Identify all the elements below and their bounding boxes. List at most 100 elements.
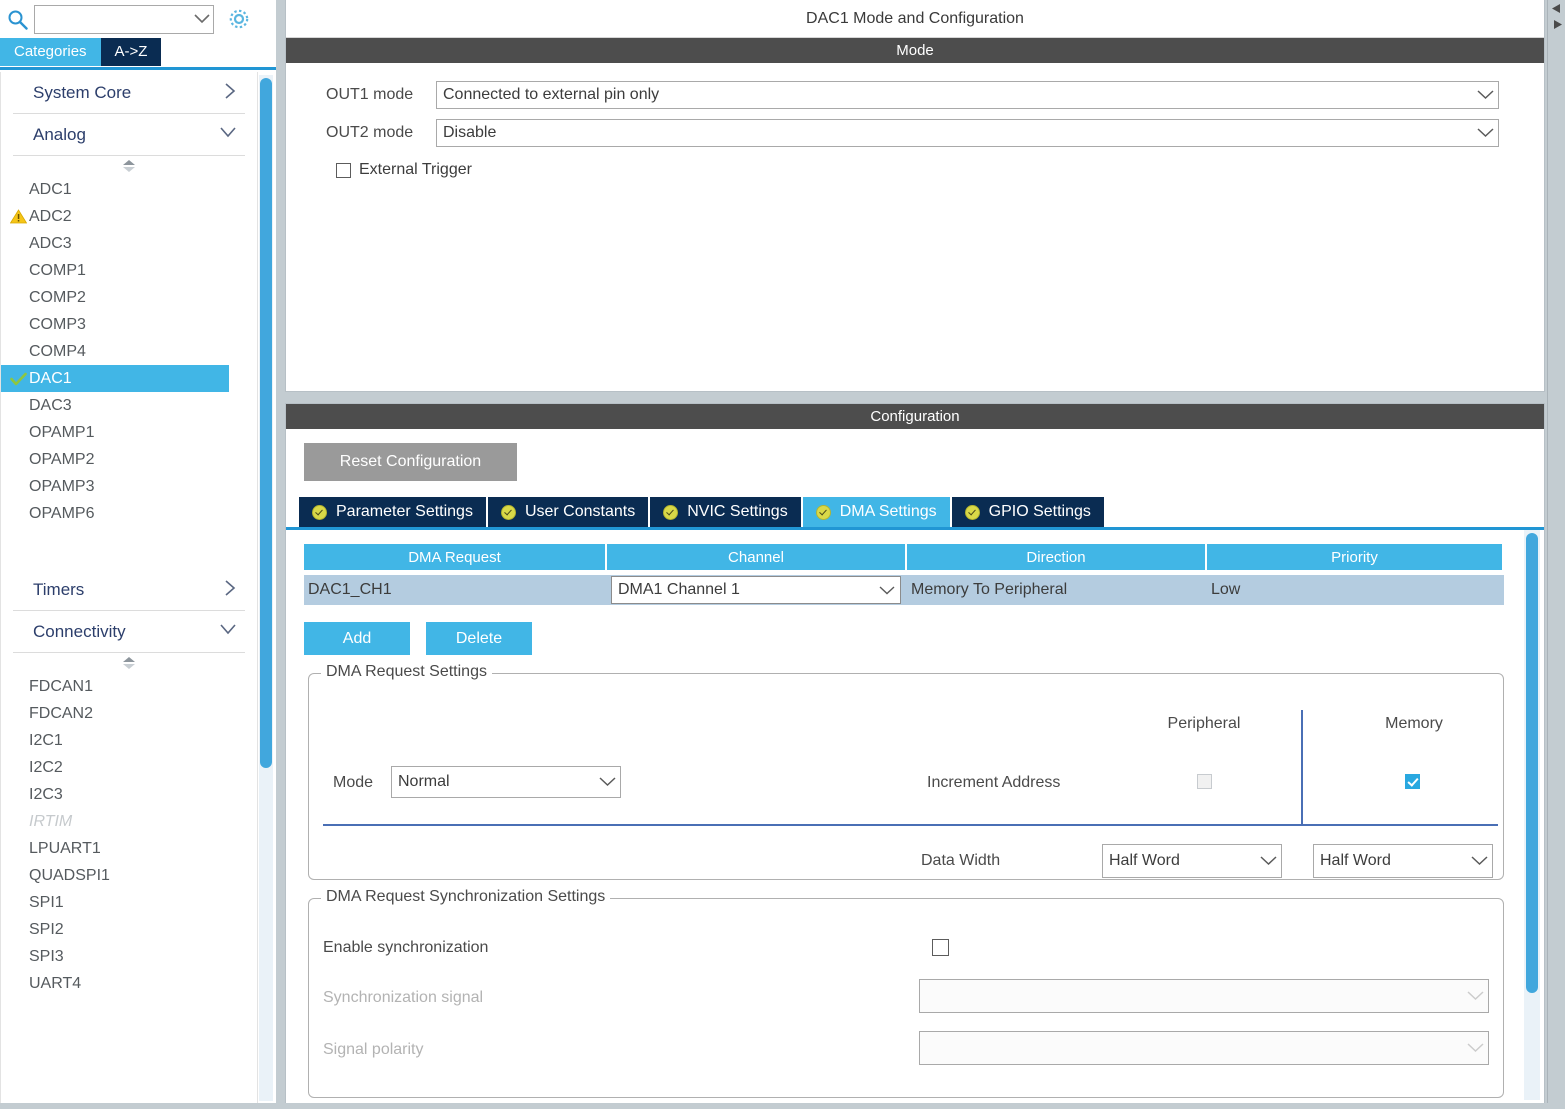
add-button[interactable]: Add	[304, 622, 410, 655]
column-header-memory: Memory	[1385, 715, 1443, 732]
chevron-down-icon	[594, 774, 620, 791]
warning-icon	[7, 209, 29, 224]
tree-item-i2c3[interactable]: I2C3	[1, 781, 257, 808]
tree-group-connectivity[interactable]: Connectivity	[13, 611, 245, 653]
window-scrollbar[interactable]	[1547, 0, 1565, 1109]
scroll-down-arrow-icon[interactable]	[1548, 16, 1565, 32]
out2-mode-value: Disable	[443, 124, 497, 141]
config-scrollbar-thumb[interactable]	[1526, 533, 1538, 993]
tree-item-uart4[interactable]: UART4	[1, 970, 257, 997]
increment-address-peripheral-checkbox[interactable]	[1197, 774, 1212, 789]
tree-item-fdcan1[interactable]: FDCAN1	[1, 673, 257, 700]
external-trigger-row: External Trigger	[336, 161, 1526, 179]
panel-splitter[interactable]	[276, 0, 285, 1109]
table-row[interactable]: DAC1_CH1 DMA1 Channel 1 Memory To Periph…	[304, 575, 1504, 605]
tree-item-opamp6[interactable]: OPAMP6	[1, 500, 257, 527]
tree-item-lpuart1[interactable]: LPUART1	[1, 835, 257, 862]
chevron-down-icon	[1255, 853, 1281, 870]
tree-item-spi3[interactable]: SPI3	[1, 943, 257, 970]
delete-button[interactable]: Delete	[426, 622, 532, 655]
tree-item-spi2[interactable]: SPI2	[1, 916, 257, 943]
column-header-priority: Priority	[1207, 544, 1504, 570]
out1-mode-select[interactable]: Connected to external pin only	[436, 81, 1499, 109]
tree-item-comp3[interactable]: COMP3	[1, 311, 257, 338]
dma-request-table: DMA Request Channel Direction Priority D…	[304, 544, 1504, 605]
increment-address-label: Increment Address	[927, 774, 1061, 791]
tree-item-comp4[interactable]: COMP4	[1, 338, 257, 365]
external-trigger-checkbox[interactable]	[336, 162, 351, 178]
gear-icon[interactable]	[224, 4, 254, 34]
tree-item-label: DAC1	[29, 369, 72, 387]
tree-item-spi1[interactable]: SPI1	[1, 889, 257, 916]
tab-nvic-settings[interactable]: NVIC Settings	[650, 497, 801, 527]
data-width-memory-select[interactable]: Half Word	[1313, 844, 1493, 878]
out2-mode-row: OUT2 mode Disable	[326, 119, 1526, 147]
tree-item-i2c2[interactable]: I2C2	[1, 754, 257, 781]
chevron-down-icon	[1462, 988, 1488, 1005]
out2-mode-select[interactable]: Disable	[436, 119, 1499, 147]
tree-item-opamp2[interactable]: OPAMP2	[1, 446, 257, 473]
scroll-up-arrow-icon[interactable]	[1548, 0, 1565, 16]
tree-item-opamp3[interactable]: OPAMP3	[1, 473, 257, 500]
tree-item-label: I2C2	[29, 758, 63, 776]
tree-item-label: SPI3	[29, 947, 64, 965]
channel-select[interactable]: DMA1 Channel 1	[611, 576, 901, 604]
tree-item-label: FDCAN2	[29, 704, 94, 722]
tree-item-i2c1[interactable]: I2C1	[1, 727, 257, 754]
tree-group-label: Timers	[33, 579, 85, 599]
tree-item-comp1[interactable]: COMP1	[1, 257, 257, 284]
tab-dma-settings[interactable]: DMA Settings	[802, 497, 950, 527]
tree-item-dac3[interactable]: DAC3	[1, 392, 257, 419]
tree-group-timers[interactable]: Timers	[13, 569, 245, 611]
search-input[interactable]	[34, 4, 214, 34]
tree-item-label: LPUART1	[29, 839, 101, 857]
check-circle-icon	[964, 504, 980, 520]
table-header-row: DMA Request Channel Direction Priority	[304, 544, 1504, 570]
sidebar-view-tabs: Categories A->Z	[0, 38, 276, 68]
chevron-right-icon	[224, 579, 245, 601]
tree-item-fdcan2[interactable]: FDCAN2	[1, 700, 257, 727]
tree-item-label: I2C3	[29, 785, 63, 803]
sidebar-tab-categories[interactable]: Categories	[0, 38, 101, 66]
tree-group-analog[interactable]: Analog	[13, 114, 245, 156]
tree-item-irtim: IRTIM	[1, 808, 257, 835]
tree-scroll-nub[interactable]	[1, 653, 257, 673]
tree-item-adc1[interactable]: ADC1	[1, 176, 257, 203]
tree-item-adc2[interactable]: ADC2	[1, 203, 257, 230]
tree-item-label: IRTIM	[29, 812, 73, 830]
mode-panel: DAC1 Mode and Configuration Mode OUT1 mo…	[285, 0, 1545, 392]
enable-synchronization-checkbox[interactable]	[932, 939, 949, 956]
search-icon[interactable]	[0, 0, 34, 38]
tab-label: GPIO Settings	[988, 503, 1091, 520]
sidebar-scrollbar-thumb[interactable]	[260, 78, 272, 768]
tree-item-quadspi1[interactable]: QUADSPI1	[1, 862, 257, 889]
dma-mode-select[interactable]: Normal	[391, 766, 621, 798]
tree-group-label: System Core	[33, 82, 132, 102]
tree-item-comp2[interactable]: COMP2	[1, 284, 257, 311]
sidebar-search-row	[0, 0, 276, 38]
tree-item-label: SPI1	[29, 893, 64, 911]
increment-address-memory-checkbox[interactable]	[1405, 774, 1420, 789]
tree-item-dac1[interactable]: DAC1	[1, 365, 229, 392]
tree-scroll-nub[interactable]	[1, 156, 257, 176]
sidebar-tab-a-to-z[interactable]: A->Z	[100, 38, 162, 66]
tab-gpio-settings[interactable]: GPIO Settings	[951, 497, 1104, 527]
tab-label: User Constants	[524, 503, 636, 520]
tree-item-label: SPI2	[29, 920, 64, 938]
dma-mode-value: Normal	[398, 773, 450, 790]
reset-configuration-button[interactable]: Reset Configuration	[304, 443, 517, 481]
tab-user-constants[interactable]: User Constants	[487, 497, 649, 527]
column-header-channel: Channel	[607, 544, 907, 570]
tree-group-system-core[interactable]: System Core	[13, 72, 245, 114]
dma-mode-label: Mode	[333, 774, 374, 791]
tree-item-adc3[interactable]: ADC3	[1, 230, 257, 257]
tree-item-label: UART4	[29, 974, 82, 992]
tab-parameter-settings[interactable]: Parameter Settings	[299, 497, 486, 527]
synchronization-signal-select	[919, 979, 1489, 1013]
out2-mode-label: OUT2 mode	[326, 124, 414, 141]
tree-item-opamp1[interactable]: OPAMP1	[1, 419, 257, 446]
tree-item-label: COMP1	[29, 261, 86, 279]
reset-config-area: Reset Configuration	[286, 429, 1544, 495]
enable-synchronization-label: Enable synchronization	[323, 939, 489, 956]
data-width-peripheral-select[interactable]: Half Word	[1102, 844, 1282, 878]
